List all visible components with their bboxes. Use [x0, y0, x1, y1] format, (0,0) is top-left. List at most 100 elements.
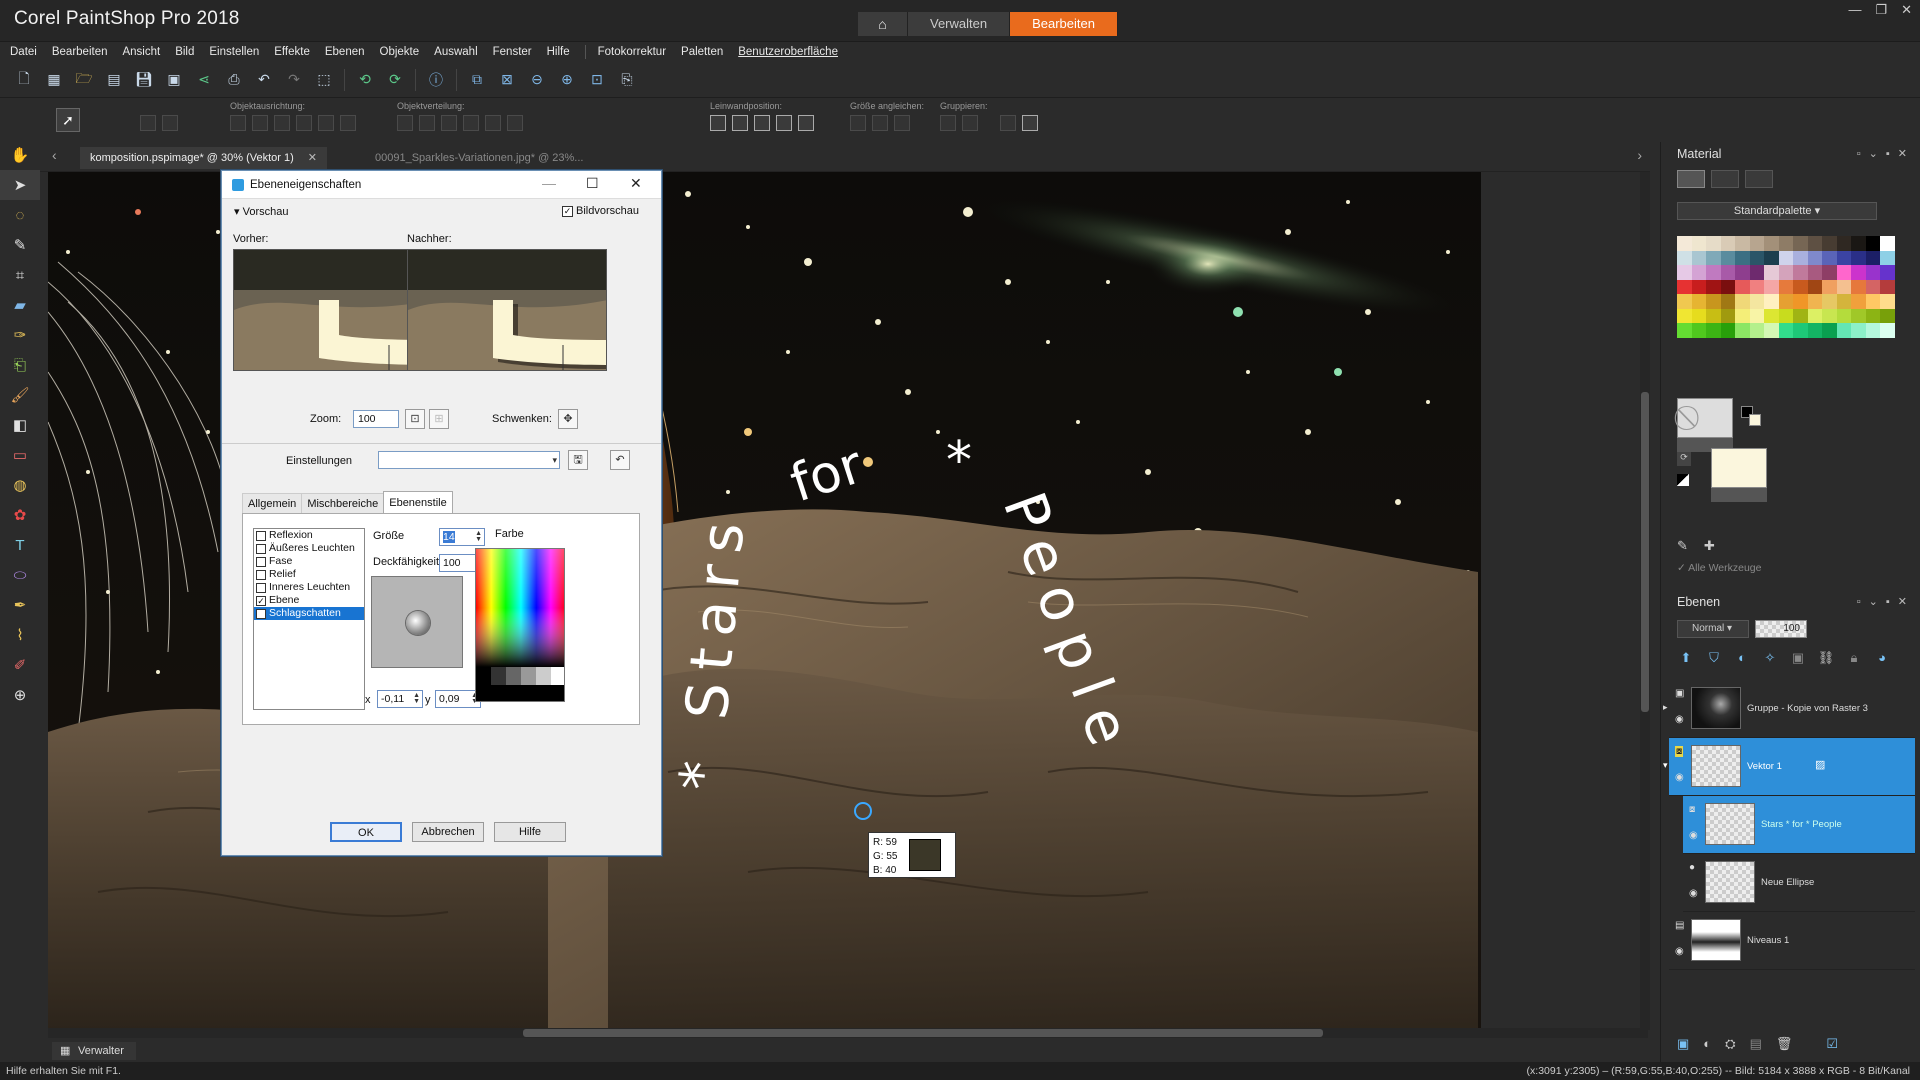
color-swatch[interactable]	[1807, 250, 1822, 265]
visibility-eye-icon[interactable]: ◉	[1689, 888, 1698, 899]
pick-tool-icon[interactable]: ➤	[0, 170, 40, 200]
effect-item[interactable]: Relief	[254, 568, 364, 581]
settings-dropdown[interactable]: ▾	[378, 451, 560, 469]
zoom-actual-icon[interactable]: ⊞	[429, 409, 449, 429]
canvas-position-icon[interactable]	[798, 115, 814, 131]
zoom-in-icon[interactable]: ⊕	[557, 70, 577, 90]
color-swatch[interactable]	[1735, 265, 1750, 280]
swatches-tab[interactable]	[1677, 170, 1705, 188]
color-swatch[interactable]	[1706, 323, 1721, 338]
distribute-icon[interactable]	[419, 115, 435, 131]
color-swatch[interactable]	[1749, 279, 1764, 294]
properties-icon[interactable]	[1022, 115, 1038, 131]
zoom-fit-icon[interactable]: ⊡	[405, 409, 425, 429]
color-swatch[interactable]	[1720, 265, 1735, 280]
menu-benutzeroberflaeche[interactable]: Benutzeroberfläche	[738, 46, 838, 58]
pick-tool-icon[interactable]: ➚	[56, 108, 80, 132]
color-swatch[interactable]	[1735, 279, 1750, 294]
effects-icon[interactable]: ✧	[1761, 650, 1779, 668]
menu-fotokorrektur[interactable]: Fotokorrektur	[598, 46, 666, 58]
color-swatch[interactable]	[1778, 308, 1793, 323]
save-icon[interactable]: 💾︎	[134, 70, 154, 90]
tab-verwalten[interactable]: Verwalten	[908, 12, 1011, 36]
collapse-icon[interactable]: ▾	[1663, 760, 1668, 771]
new-file-icon[interactable]: 🗋	[14, 70, 34, 90]
color-swatch[interactable]	[1793, 265, 1808, 280]
scrollbar-thumb[interactable]	[523, 1029, 1323, 1037]
color-swatch[interactable]	[1865, 236, 1880, 251]
color-swatch[interactable]	[1836, 250, 1851, 265]
vertical-scrollbar[interactable]	[1640, 172, 1650, 1030]
swap-colors-icon[interactable]	[1677, 474, 1689, 486]
spinner-arrows-icon[interactable]: ▲▼	[413, 692, 420, 705]
color-swatch[interactable]	[1677, 279, 1692, 294]
picture-tube-icon[interactable]: ✿	[0, 500, 40, 530]
scrollbar-thumb[interactable]	[1641, 392, 1649, 712]
lock-icon[interactable]: 🔒︎	[1845, 650, 1863, 668]
distribute-icon[interactable]	[485, 115, 501, 131]
color-swatch[interactable]	[1720, 294, 1735, 309]
maximize-icon[interactable]: ☐	[586, 175, 599, 192]
color-swatch[interactable]	[1822, 323, 1837, 338]
new-layer-icon[interactable]: ⬆	[1677, 650, 1695, 668]
visibility-eye-icon[interactable]: ◉	[1675, 946, 1684, 957]
sliders-tab[interactable]	[1745, 170, 1773, 188]
color-swatch[interactable]	[1836, 294, 1851, 309]
menu-objekte[interactable]: Objekte	[380, 46, 420, 58]
color-swatch[interactable]	[1851, 236, 1866, 251]
doc-tab-sparkles[interactable]: 00091_Sparkles-Variationen.jpg* @ 23%...	[365, 147, 593, 169]
ellipse-tool-icon[interactable]: ⬭	[0, 560, 40, 590]
copy-special-icon[interactable]: ⎘	[617, 70, 637, 90]
color-swatch[interactable]	[1764, 250, 1779, 265]
x-spinner[interactable]: -0,11 ▲ ▼	[377, 690, 423, 708]
menu-ebenen[interactable]: Ebenen	[325, 46, 365, 58]
fit-window-icon[interactable]: ⧉	[467, 70, 487, 90]
align-icon[interactable]	[318, 115, 334, 131]
color-swatch[interactable]	[1880, 308, 1895, 323]
preview-toggle[interactable]: ▾ Vorschau	[234, 205, 288, 218]
add-icon[interactable]: ✚	[1704, 538, 1715, 554]
manager-button[interactable]: ▦ Verwalter	[52, 1042, 136, 1060]
match-size-icon[interactable]	[850, 115, 866, 131]
menu-datei[interactable]: Datei	[10, 46, 37, 58]
close-icon[interactable]: ✕	[630, 175, 642, 192]
mask-icon[interactable]: ⛉	[1705, 650, 1723, 668]
rectangle-select-icon[interactable]	[162, 115, 178, 131]
checkbox-checked-icon[interactable]: ✓	[256, 608, 266, 619]
fit-image-icon[interactable]: ⊠	[497, 70, 517, 90]
color-swatch[interactable]	[1880, 279, 1895, 294]
color-swatch[interactable]	[1691, 279, 1706, 294]
layer-row-levels[interactable]: ▤ ◉ Niveaus 1	[1669, 912, 1915, 970]
color-swatch[interactable]	[1677, 265, 1692, 280]
match-size-icon[interactable]	[872, 115, 888, 131]
checkbox-icon[interactable]	[256, 556, 266, 567]
color-swatch[interactable]	[1735, 294, 1750, 309]
add-tool-icon[interactable]: ⊕	[0, 680, 40, 710]
cancel-button[interactable]: Abbrechen	[412, 822, 484, 842]
color-swatch[interactable]	[1677, 294, 1692, 309]
effect-item[interactable]: ✓ Ebene	[254, 594, 364, 607]
redo-icon[interactable]: ↷	[284, 70, 304, 90]
text-tool-icon[interactable]: T	[0, 530, 40, 560]
tab-mischbereiche[interactable]: Mischbereiche	[301, 493, 385, 513]
color-swatch[interactable]	[1735, 323, 1750, 338]
actual-size-icon[interactable]: ⊡	[587, 70, 607, 90]
merge-icon[interactable]: ▤	[1750, 1036, 1762, 1052]
color-swatch[interactable]	[1778, 250, 1793, 265]
color-swatch[interactable]	[1822, 294, 1837, 309]
tab-ebenenstile[interactable]: Ebenenstile	[383, 491, 453, 513]
color-swatch[interactable]	[1735, 308, 1750, 323]
ok-button[interactable]: OK	[330, 822, 402, 842]
chevron-left-icon[interactable]: ‹	[52, 147, 57, 163]
color-swatch[interactable]	[1822, 265, 1837, 280]
adjustment-layer-icon[interactable]: ◐	[1733, 650, 1751, 668]
color-swatch[interactable]	[1720, 308, 1735, 323]
color-swatch[interactable]	[1720, 279, 1735, 294]
color-swatch[interactable]	[1822, 250, 1837, 265]
color-swatch[interactable]	[1880, 294, 1895, 309]
color-swatch[interactable]	[1778, 279, 1793, 294]
clone-tool-icon[interactable]: ⎗	[0, 350, 40, 380]
convert-icon[interactable]	[1000, 115, 1016, 131]
menu-effekte[interactable]: Effekte	[274, 46, 310, 58]
color-swatch[interactable]	[1836, 279, 1851, 294]
